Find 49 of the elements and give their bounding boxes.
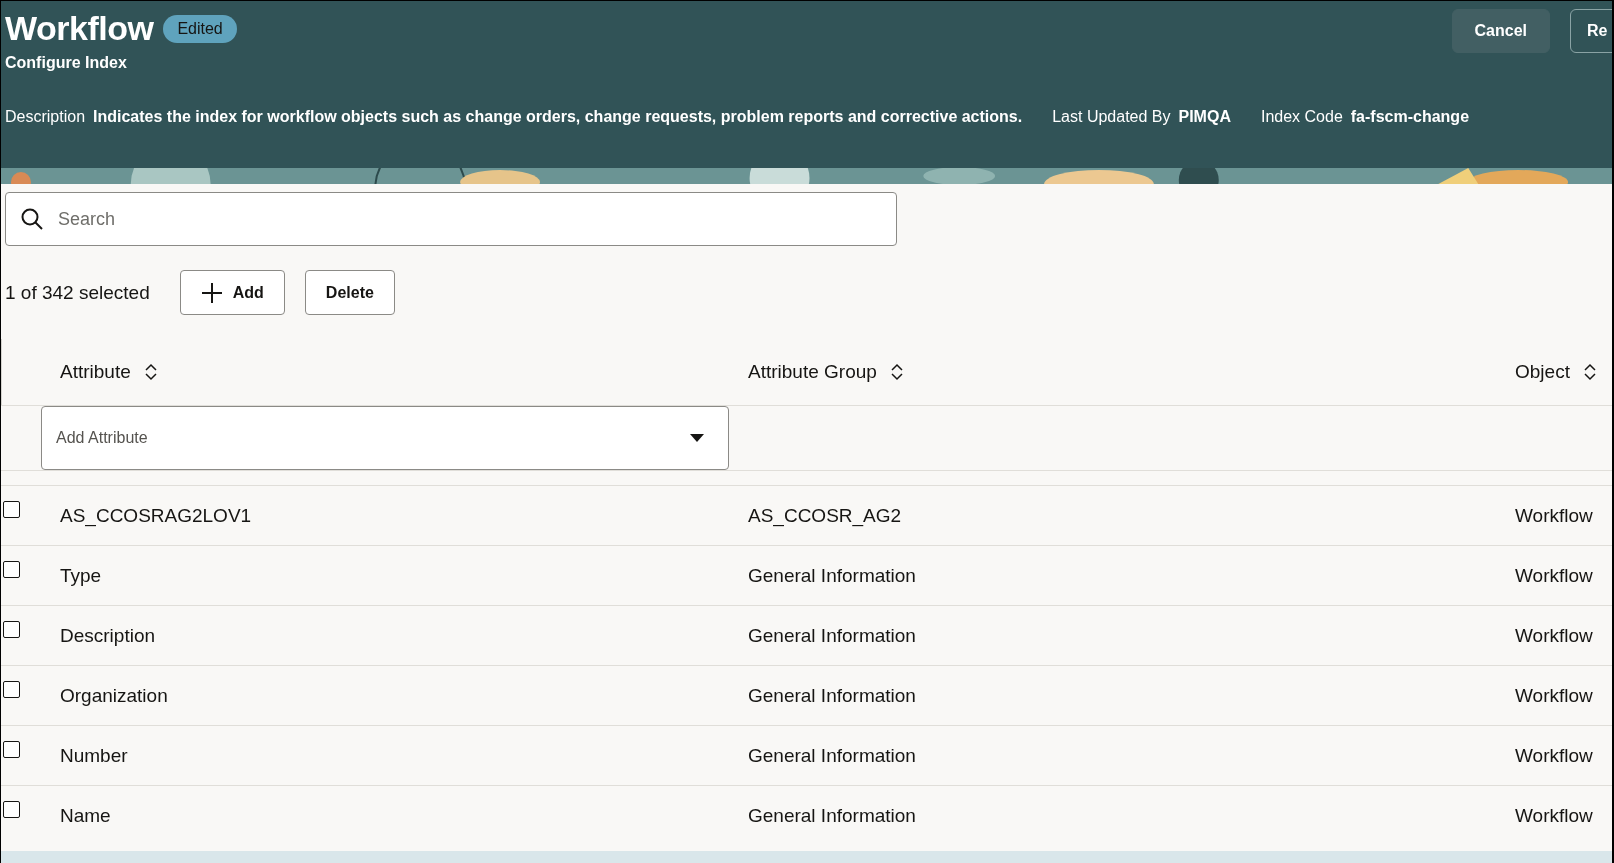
field-value: fa-fscm-change bbox=[1350, 108, 1470, 126]
sort-icon bbox=[1583, 363, 1596, 381]
search-icon bbox=[20, 207, 44, 231]
header-button[interactable]: Re bbox=[1570, 9, 1612, 53]
field-value: Indicates the index for workflow objects such as change orders, change requests, problem reports and corrective actions. bbox=[93, 108, 1023, 126]
page-subtitle: Configure Index bbox=[5, 54, 128, 72]
header-button[interactable]: Cancel bbox=[1451, 9, 1550, 53]
row-checkbox[interactable] bbox=[3, 501, 20, 518]
table-cell-text: Description bbox=[59, 624, 157, 647]
add-button[interactable]: Add bbox=[179, 270, 285, 315]
row-checkbox[interactable] bbox=[3, 741, 20, 758]
table-cell-text: General Information bbox=[747, 684, 917, 707]
table-cell-text: General Information bbox=[747, 804, 917, 827]
table-cell-text: General Information bbox=[747, 624, 917, 647]
table-cell-text: AS_CCOSRAG2LOV1 bbox=[59, 504, 253, 527]
table-cell-text: General Information bbox=[747, 744, 917, 767]
column-header[interactable]: Attribute bbox=[41, 361, 729, 383]
column-header[interactable]: Attribute Group bbox=[729, 361, 1496, 383]
column-header[interactable]: Object bbox=[1496, 361, 1612, 383]
table-cell-text: Name bbox=[59, 804, 112, 827]
add-attribute-dropdown[interactable]: Add Attribute bbox=[41, 406, 729, 470]
table-cell-text: AS_CCOSR_AG2 bbox=[747, 504, 903, 527]
table-cell-text: Number bbox=[59, 744, 129, 767]
field-value: PIMQA bbox=[1178, 108, 1231, 126]
caret-icon bbox=[690, 434, 704, 442]
table-cell-text: Workflow bbox=[1514, 804, 1594, 827]
table-cell-text: Workflow bbox=[1514, 624, 1594, 647]
row-checkbox[interactable] bbox=[3, 621, 20, 638]
table-cell-text: General Information bbox=[747, 564, 917, 587]
field-label: Description bbox=[5, 108, 86, 126]
table-cell-text: Organization bbox=[59, 684, 169, 707]
row-checkbox[interactable] bbox=[3, 801, 20, 818]
row-checkbox[interactable] bbox=[3, 681, 20, 698]
sort-icon bbox=[890, 363, 903, 381]
field-label: Index Code bbox=[1260, 108, 1343, 126]
delete-button[interactable]: Delete bbox=[304, 270, 395, 315]
page-title: Workflow bbox=[5, 9, 154, 48]
sort-icon bbox=[144, 363, 157, 381]
row-checkbox[interactable] bbox=[3, 561, 20, 578]
table-cell-text: Workflow bbox=[1514, 504, 1594, 527]
plus-icon bbox=[200, 281, 223, 304]
status-badge: Edited bbox=[163, 14, 237, 43]
table-cell-text: Workflow bbox=[1514, 564, 1594, 587]
table-cell-text: Type bbox=[59, 564, 103, 587]
field-label: Last Updated By bbox=[1052, 108, 1171, 126]
search-field[interactable]: Search bbox=[5, 192, 897, 246]
table-cell-text: Workflow bbox=[1514, 684, 1594, 707]
table-cell-text: Workflow bbox=[1514, 744, 1594, 767]
selection-count: 1 of 342 selected bbox=[5, 281, 150, 304]
